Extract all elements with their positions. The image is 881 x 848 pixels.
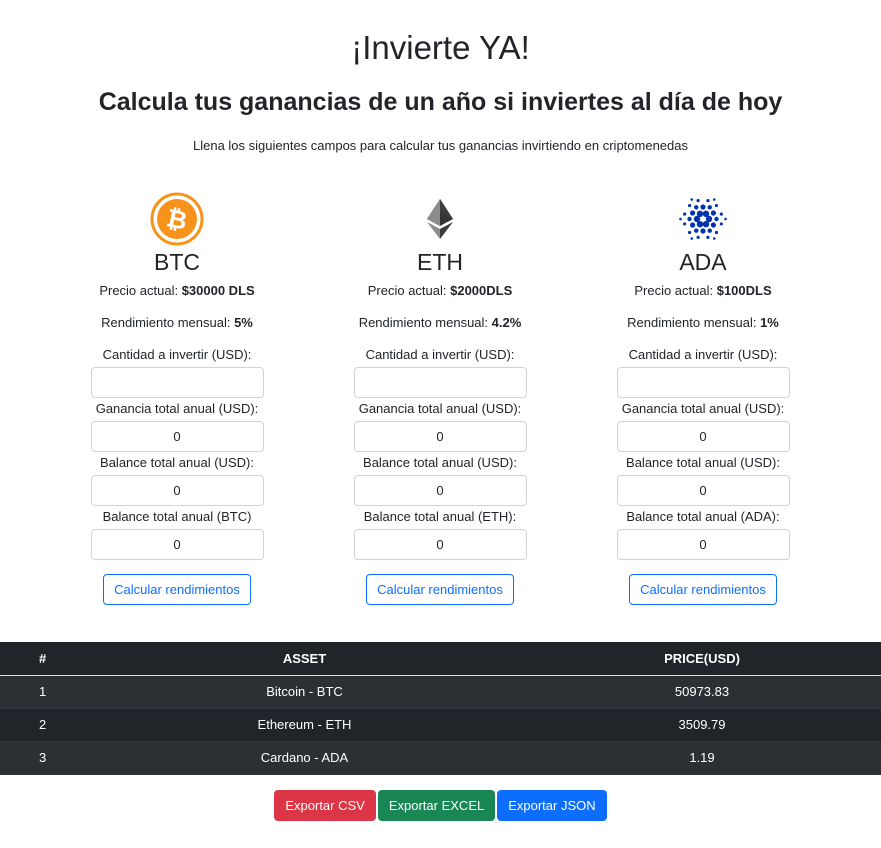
table-header-row: # ASSET PRICE(USD) <box>0 642 881 676</box>
export-json-button[interactable]: Exportar JSON <box>497 790 607 821</box>
balance-coin-label: Balance total anual (BTC) <box>102 509 252 524</box>
gain-label: Ganancia total anual (USD): <box>358 401 522 416</box>
balance-usd-label: Balance total anual (USD): <box>363 455 517 470</box>
row-price: 1.19 <box>689 750 715 765</box>
gain-field[interactable] <box>616 421 790 452</box>
row-asset: Ethereum - ETH <box>257 717 352 732</box>
gain-label: Ganancia total anual (USD): <box>621 401 785 416</box>
balance-coin-field[interactable] <box>353 529 527 560</box>
coin-symbol: ETH <box>417 249 463 275</box>
row-number: 2 <box>39 717 47 732</box>
yield-value: 4.2% <box>491 315 522 330</box>
price-value: $100DLS <box>716 283 772 298</box>
balance-usd-field[interactable] <box>616 475 790 506</box>
row-price: 3509.79 <box>678 717 726 732</box>
amount-input[interactable] <box>90 367 264 398</box>
yield-value: 5% <box>234 315 253 330</box>
amount-input[interactable] <box>353 367 527 398</box>
table-row: 1 Bitcoin - BTC 50973.83 <box>0 675 881 708</box>
prices-table: # ASSET PRICE(USD) 1 Bitcoin - BTC 50973… <box>0 642 881 775</box>
row-price: 50973.83 <box>674 684 730 699</box>
amount-label: Cantidad a invertir (USD): <box>365 347 515 362</box>
row-asset: Cardano - ADA <box>260 750 349 765</box>
gain-field[interactable] <box>353 421 527 452</box>
bitcoin-icon: ₿ <box>150 192 204 246</box>
gain-field[interactable] <box>90 421 264 452</box>
ethereum-icon <box>427 199 453 239</box>
gain-label: Ganancia total anual (USD): <box>95 401 259 416</box>
export-excel-button[interactable]: Exportar EXCEL <box>377 790 496 821</box>
eth-calculator: ETH Precio actual: $2000DLS Rendimiento … <box>340 190 540 605</box>
price-value: $30000 DLS <box>181 283 255 298</box>
yield-text: Rendimiento mensual: 1% <box>627 315 779 330</box>
cardano-icon <box>679 198 727 240</box>
export-csv-button[interactable]: Exportar CSV <box>274 790 376 821</box>
page-title: ¡Invierte YA! <box>351 29 530 66</box>
yield-value: 1% <box>760 315 779 330</box>
row-number: 3 <box>39 750 47 765</box>
export-toolbar: Exportar CSV Exportar EXCEL Exportar JSO… <box>0 790 881 821</box>
table-row: 2 Ethereum - ETH 3509.79 <box>0 708 881 741</box>
balance-coin-field[interactable] <box>616 529 790 560</box>
balance-usd-field[interactable] <box>90 475 264 506</box>
price-text: Precio actual: $100DLS <box>634 283 772 298</box>
calculate-button[interactable]: Calcular rendimientos <box>366 574 514 605</box>
price-text: Precio actual: $2000DLS <box>367 283 513 298</box>
amount-input[interactable] <box>616 367 790 398</box>
balance-usd-field[interactable] <box>353 475 527 506</box>
page-subtitle: Calcula tus ganancias de un año si invie… <box>98 88 783 116</box>
coin-symbol: BTC <box>154 249 200 275</box>
balance-coin-field[interactable] <box>90 529 264 560</box>
amount-label: Cantidad a invertir (USD): <box>102 347 252 362</box>
table-row: 3 Cardano - ADA 1.19 <box>0 741 881 774</box>
price-text: Precio actual: $30000 DLS <box>99 283 255 298</box>
row-number: 1 <box>39 684 47 699</box>
yield-text: Rendimiento mensual: 5% <box>101 315 253 330</box>
row-asset: Bitcoin - BTC <box>266 684 343 699</box>
amount-label: Cantidad a invertir (USD): <box>628 347 778 362</box>
price-value: $2000DLS <box>450 283 513 298</box>
calculate-button[interactable]: Calcular rendimientos <box>103 574 251 605</box>
btc-calculator: ₿ BTC Precio actual: $30000 DLS Rendimie… <box>77 190 277 605</box>
coin-symbol: ADA <box>679 249 727 275</box>
calculate-button[interactable]: Calcular rendimientos <box>629 574 777 605</box>
balance-usd-label: Balance total anual (USD): <box>626 455 780 470</box>
column-header-asset: ASSET <box>86 642 523 676</box>
yield-text: Rendimiento mensual: 4.2% <box>358 315 522 330</box>
column-header-price: PRICE(USD) <box>523 642 881 676</box>
ada-calculator: ADA Precio actual: $100DLS Rendimiento m… <box>603 190 803 605</box>
instructions-text: Llena los siguientes campos para calcula… <box>192 138 688 153</box>
balance-coin-label: Balance total anual (ADA): <box>626 509 780 524</box>
column-header-number: # <box>0 642 86 676</box>
balance-usd-label: Balance total anual (USD): <box>100 455 254 470</box>
balance-coin-label: Balance total anual (ETH): <box>363 509 517 524</box>
